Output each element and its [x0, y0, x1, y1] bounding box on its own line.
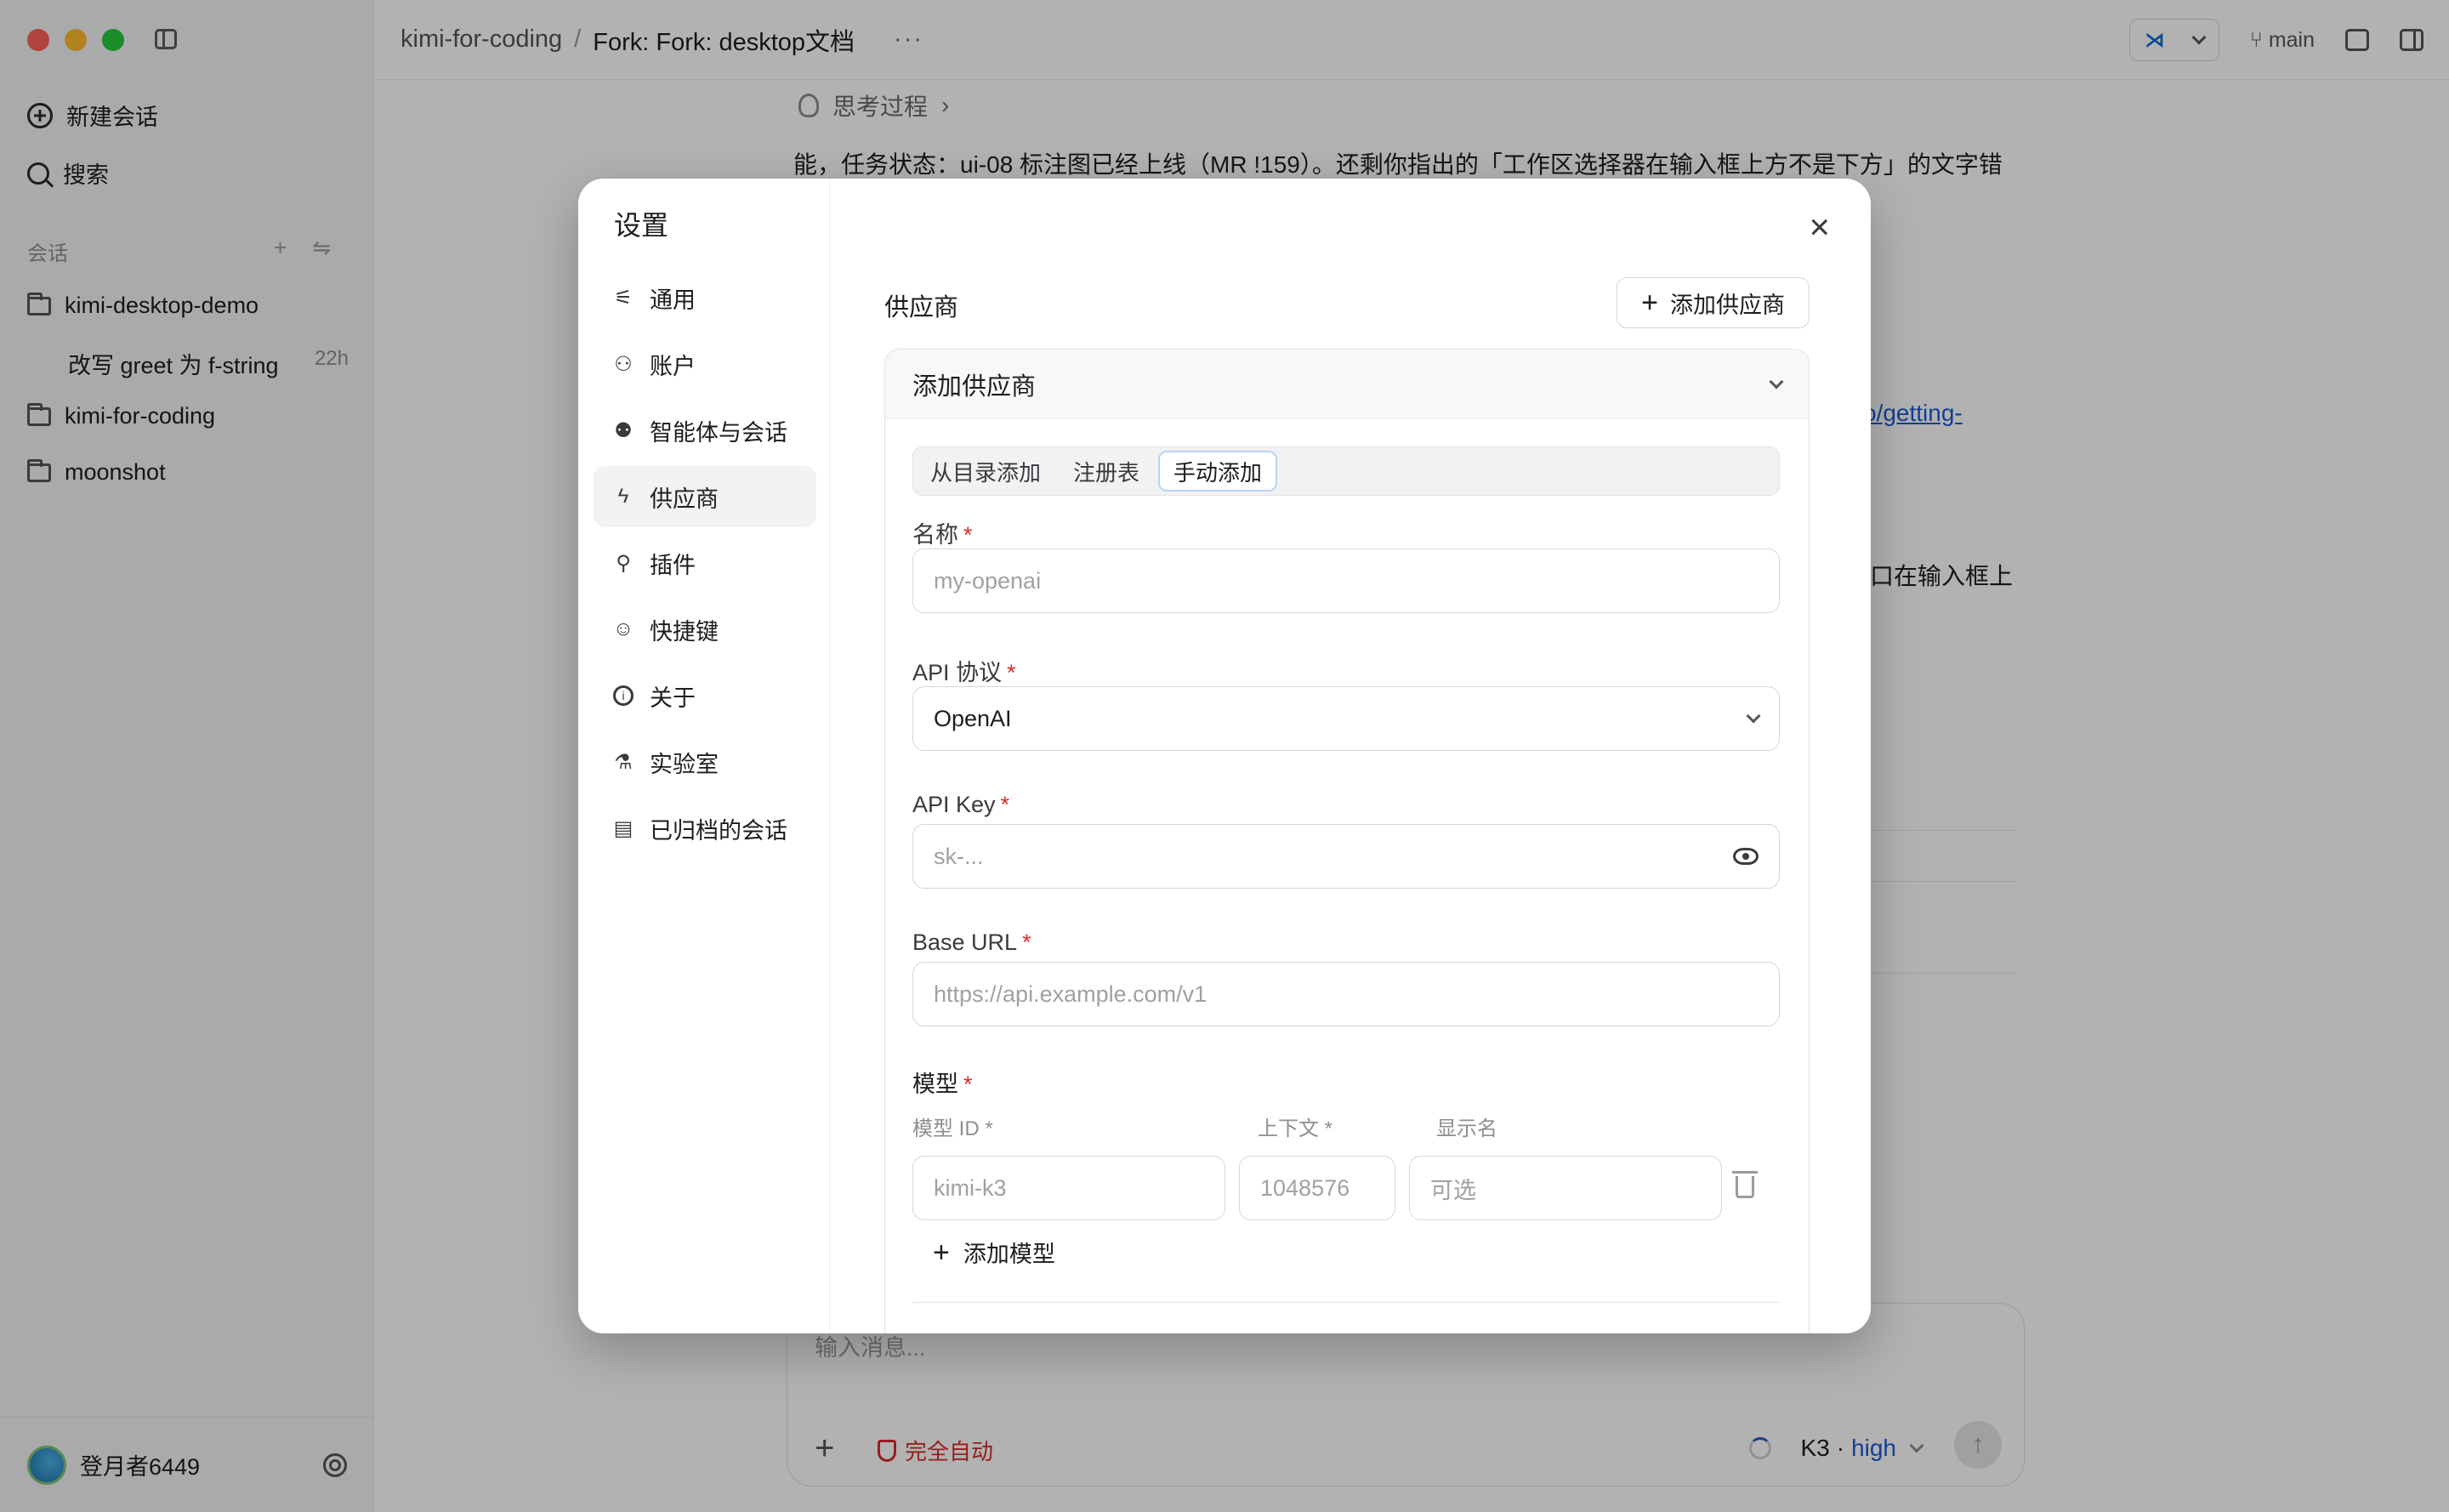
protocol-label-text: API 协议	[912, 660, 1003, 685]
app-window: 新建会话 搜索 会话 + ⇋ kimi-desktop-demo 改写 gree…	[0, 0, 2449, 1512]
info-glyph: i	[613, 685, 634, 706]
archive-icon: ▤	[613, 816, 634, 840]
nav-label: 实验室	[650, 751, 719, 777]
protocol-label: API 协议 *	[912, 654, 1016, 687]
required-mark: *	[1007, 660, 1016, 685]
divider	[912, 1302, 1780, 1303]
context-header: 上下文 *	[1258, 1117, 1333, 1140]
base-url-label: Base URL *	[912, 929, 1031, 956]
api-key-input[interactable]: sk-...	[912, 824, 1780, 889]
models-label: 模型 *	[912, 1066, 973, 1099]
required-mark: *	[1022, 929, 1031, 955]
robot-icon: ⚉	[614, 418, 633, 442]
add-provider-card: 添加供应商 从目录添加 注册表 手动添加 名称 * my-openai API 协…	[884, 349, 1810, 1333]
keyboard-icon: ☺	[612, 617, 634, 640]
add-provider-card-header[interactable]: 添加供应商	[885, 350, 1809, 419]
display-name-header: 显示名	[1436, 1117, 1497, 1140]
model-id-placeholder: kimi-k3	[934, 1174, 1007, 1201]
settings-nav-providers[interactable]: ϟ 供应商	[594, 466, 816, 527]
settings-nav-general[interactable]: ⚟ 通用	[594, 267, 816, 328]
tab-registry[interactable]: 注册表	[1060, 451, 1153, 492]
required-mark: *	[963, 1071, 973, 1097]
name-label-text: 名称	[912, 522, 958, 548]
eye-icon[interactable]	[1733, 848, 1759, 865]
add-model-button[interactable]: + 添加模型	[933, 1236, 1055, 1269]
add-provider-button[interactable]: + 添加供应商	[1617, 277, 1810, 328]
protocol-select[interactable]: OpenAI	[912, 686, 1780, 751]
context-input[interactable]: 1048576	[1239, 1156, 1395, 1220]
nav-label: 快捷键	[650, 618, 719, 645]
sliders-icon: ⚟	[614, 286, 633, 310]
settings-nav-shortcuts[interactable]: ☺ 快捷键	[594, 599, 816, 660]
flask-icon: ⚗	[614, 750, 633, 774]
model-id-header: 模型 ID *	[912, 1117, 993, 1140]
model-id-input[interactable]: kimi-k3	[912, 1156, 1225, 1220]
settings-nav-agents[interactable]: ⚉ 智能体与会话	[594, 400, 816, 461]
context-placeholder: 1048576	[1260, 1174, 1350, 1201]
display-name-input[interactable]: 可选	[1409, 1156, 1722, 1220]
name-label: 名称 *	[912, 516, 973, 549]
models-label-text: 模型	[912, 1071, 958, 1097]
settings-nav-plugins[interactable]: ⚲ 插件	[594, 532, 816, 594]
nav-label: 供应商	[650, 486, 719, 512]
nav-label: 关于	[650, 685, 696, 711]
settings-nav-lab[interactable]: ⚗ 实验室	[594, 731, 816, 793]
tab-catalog[interactable]: 从目录添加	[917, 451, 1054, 492]
display-name-placeholder: 可选	[1430, 1177, 1476, 1203]
trash-icon[interactable]	[1732, 1171, 1758, 1198]
settings-nav-about[interactable]: i 关于	[594, 665, 816, 726]
settings-dialog: 设置 ⚟ 通用 ⚇ 账户 ⚉ 智能体与会话 ϟ 供应商 ⚲ 插件 ☺ 快捷键 i…	[578, 179, 1871, 1333]
protocol-value: OpenAI	[934, 705, 1012, 731]
api-key-label: API Key *	[912, 792, 1009, 818]
nav-label: 通用	[650, 287, 696, 313]
settings-nav: 设置 ⚟ 通用 ⚇ 账户 ⚉ 智能体与会话 ϟ 供应商 ⚲ 插件 ☺ 快捷键 i…	[578, 179, 830, 1333]
api-key-label-text: API Key	[912, 792, 996, 817]
add-model-label: 添加模型	[963, 1242, 1055, 1267]
base-url-placeholder: https://api.example.com/v1	[934, 981, 1207, 1007]
base-url-input[interactable]: https://api.example.com/v1	[912, 962, 1780, 1026]
chevron-down-icon	[1769, 374, 1784, 389]
nav-label: 插件	[650, 552, 696, 578]
info-icon: i	[612, 685, 634, 707]
chevron-down-icon	[1746, 708, 1761, 724]
nav-label: 已归档的会话	[650, 817, 787, 844]
plugin-icon: ⚲	[616, 551, 631, 575]
card-title: 添加供应商	[912, 372, 1037, 401]
settings-nav-archived[interactable]: ▤ 已归档的会话	[594, 798, 816, 859]
settings-content: × 供应商 + 添加供应商 添加供应商 从目录添加 注册表 手动添加 名称*	[830, 179, 1871, 1333]
name-placeholder: my-openai	[934, 567, 1042, 594]
tab-manual[interactable]: 手动添加	[1158, 451, 1278, 492]
settings-nav-account[interactable]: ⚇ 账户	[594, 333, 816, 395]
nav-label: 账户	[650, 353, 696, 379]
add-method-tabs: 从目录添加 注册表 手动添加	[912, 446, 1780, 496]
bolt-icon: ϟ	[617, 485, 629, 508]
add-provider-label: 添加供应商	[1670, 292, 1785, 318]
plus-icon: +	[1641, 287, 1658, 319]
nav-label: 智能体与会话	[650, 419, 787, 446]
required-mark: *	[963, 522, 973, 548]
section-title: 供应商	[884, 294, 959, 321]
settings-title: 设置	[614, 210, 669, 241]
name-input[interactable]: my-openai	[912, 549, 1780, 613]
base-url-label-text: Base URL	[912, 929, 1018, 955]
api-key-placeholder: sk-...	[934, 843, 984, 869]
user-icon: ⚇	[614, 352, 633, 376]
required-mark: *	[1000, 792, 1010, 817]
plus-icon: +	[933, 1236, 950, 1269]
close-icon[interactable]: ×	[1809, 209, 1830, 245]
